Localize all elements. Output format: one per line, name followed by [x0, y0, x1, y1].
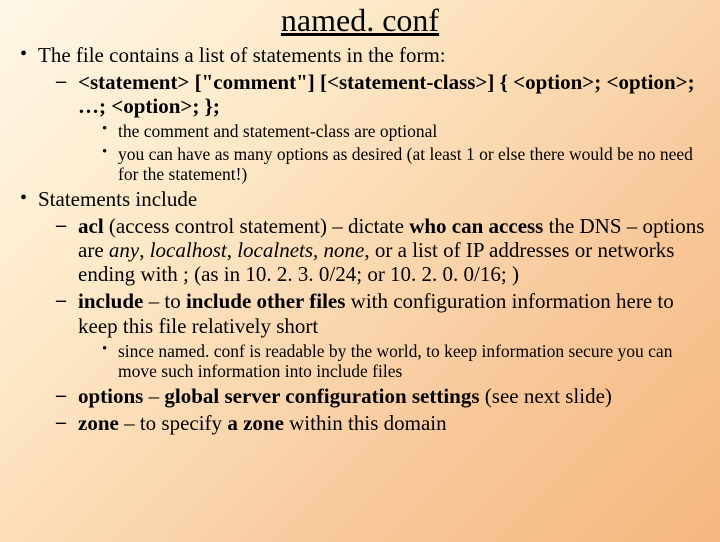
sub-many-options: you can have as many options as desired … — [100, 144, 712, 184]
t: any — [109, 238, 139, 262]
stmt-options: options – global server configuration se… — [56, 384, 712, 408]
t: , — [227, 238, 238, 262]
text: Statements include — [38, 187, 197, 211]
t: include other files — [186, 289, 345, 313]
t: (access control statement) – dictate — [104, 214, 410, 238]
t: localhost — [150, 238, 227, 262]
t: – — [143, 384, 164, 408]
t: global server configuration settings — [164, 384, 479, 408]
t: include — [78, 289, 143, 313]
stmt-include: include – to include other files with co… — [56, 289, 712, 381]
syntax-text: <statement> ["comment"] [<statement-clas… — [78, 70, 695, 118]
t: – to specify — [119, 411, 227, 435]
t: a zone — [227, 411, 284, 435]
bullet-fileform: The file contains a list of statements i… — [16, 43, 712, 184]
t: – to — [143, 289, 186, 313]
sub-optional: the comment and statement-class are opti… — [100, 121, 712, 141]
syntax-line: <statement> ["comment"] [<statement-clas… — [56, 70, 712, 184]
t: none — [324, 238, 365, 262]
t: zone — [78, 411, 119, 435]
slide-title: named. conf — [8, 2, 712, 39]
bullet-statements: Statements include acl (access control s… — [16, 187, 712, 435]
t: within this domain — [284, 411, 447, 435]
t: acl — [78, 214, 104, 238]
t: , — [139, 238, 150, 262]
t: who can access — [409, 214, 543, 238]
t: localnets — [237, 238, 313, 262]
text: The file contains a list of statements i… — [38, 43, 446, 67]
stmt-zone: zone – to specify a zone within this dom… — [56, 411, 712, 435]
slide-content: The file contains a list of statements i… — [8, 43, 712, 435]
t: , — [313, 238, 324, 262]
sub-include-note: since named. conf is readable by the wor… — [100, 341, 712, 381]
t: (see next slide) — [480, 384, 612, 408]
t: options — [78, 384, 143, 408]
stmt-acl: acl (access control statement) – dictate… — [56, 214, 712, 286]
